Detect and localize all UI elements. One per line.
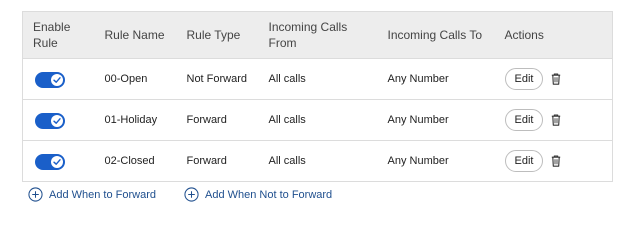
rule-name-cell: 01-Holiday (104, 114, 158, 126)
plus-circle-icon (28, 187, 43, 202)
actions-cell: Edit (495, 100, 613, 141)
incoming-to-cell: Any Number (387, 155, 449, 167)
table-header-row: Enable Rule Rule Name Rule Type Incoming… (22, 11, 613, 59)
toggle-knob (51, 155, 63, 168)
toggle-knob (51, 73, 63, 86)
header-rule-name: Rule Name (94, 11, 177, 59)
add-rule-links: Add When to Forward Add When Not to Forw… (28, 187, 360, 202)
add-when-to-forward-label: Add When to Forward (49, 188, 156, 201)
header-actions: Actions (494, 11, 613, 59)
rule-name-cell: 00-Open (104, 73, 148, 85)
enable-cell (23, 100, 95, 141)
add-when-not-to-forward-label: Add When Not to Forward (205, 188, 333, 201)
rule-type-cell: Not Forward (186, 73, 248, 85)
incoming-to-cell: Any Number (387, 114, 449, 126)
rules-table-container: Enable Rule Rule Name Rule Type Incoming… (22, 11, 613, 182)
rule-type-cell: Forward (186, 155, 227, 167)
enable-rule-toggle[interactable] (35, 112, 65, 129)
edit-button[interactable]: Edit (504, 150, 544, 172)
table-row: 00-Open Not Forward All calls Any Number… (22, 59, 613, 100)
incoming-from-cell: All calls (268, 114, 306, 126)
header-incoming-calls-to: Incoming Calls To (377, 11, 495, 59)
enable-rule-toggle[interactable] (35, 153, 65, 170)
trash-icon[interactable] (551, 114, 561, 126)
header-incoming-calls-from: Incoming Calls From (258, 11, 378, 59)
incoming-from-cell: All calls (268, 155, 306, 167)
incoming-to-cell: Any Number (387, 73, 449, 85)
toggle-knob (51, 114, 63, 127)
check-icon (53, 117, 61, 124)
actions-cell: Edit (495, 59, 613, 100)
enable-rule-toggle[interactable] (35, 71, 65, 88)
enable-cell (23, 141, 95, 182)
plus-circle-icon (184, 187, 199, 202)
header-rule-type: Rule Type (176, 11, 259, 59)
edit-button[interactable]: Edit (504, 68, 544, 90)
rule-type-cell: Forward (186, 114, 227, 126)
enable-cell (23, 59, 95, 100)
table-row: 01-Holiday Forward All calls Any Number … (22, 100, 613, 141)
check-icon (53, 158, 61, 165)
actions-cell: Edit (495, 141, 613, 182)
add-when-not-to-forward-link[interactable]: Add When Not to Forward (184, 187, 332, 202)
check-icon (53, 76, 61, 83)
table-row: 02-Closed Forward All calls Any Number E… (22, 141, 613, 182)
edit-button[interactable]: Edit (504, 109, 544, 131)
header-enable-rule: Enable Rule (22, 11, 95, 59)
add-when-to-forward-link[interactable]: Add When to Forward (28, 187, 156, 202)
rules-table: Enable Rule Rule Name Rule Type Incoming… (22, 11, 613, 182)
rule-name-cell: 02-Closed (104, 155, 155, 167)
trash-icon[interactable] (551, 73, 561, 85)
incoming-from-cell: All calls (268, 73, 306, 85)
trash-icon[interactable] (551, 155, 561, 167)
